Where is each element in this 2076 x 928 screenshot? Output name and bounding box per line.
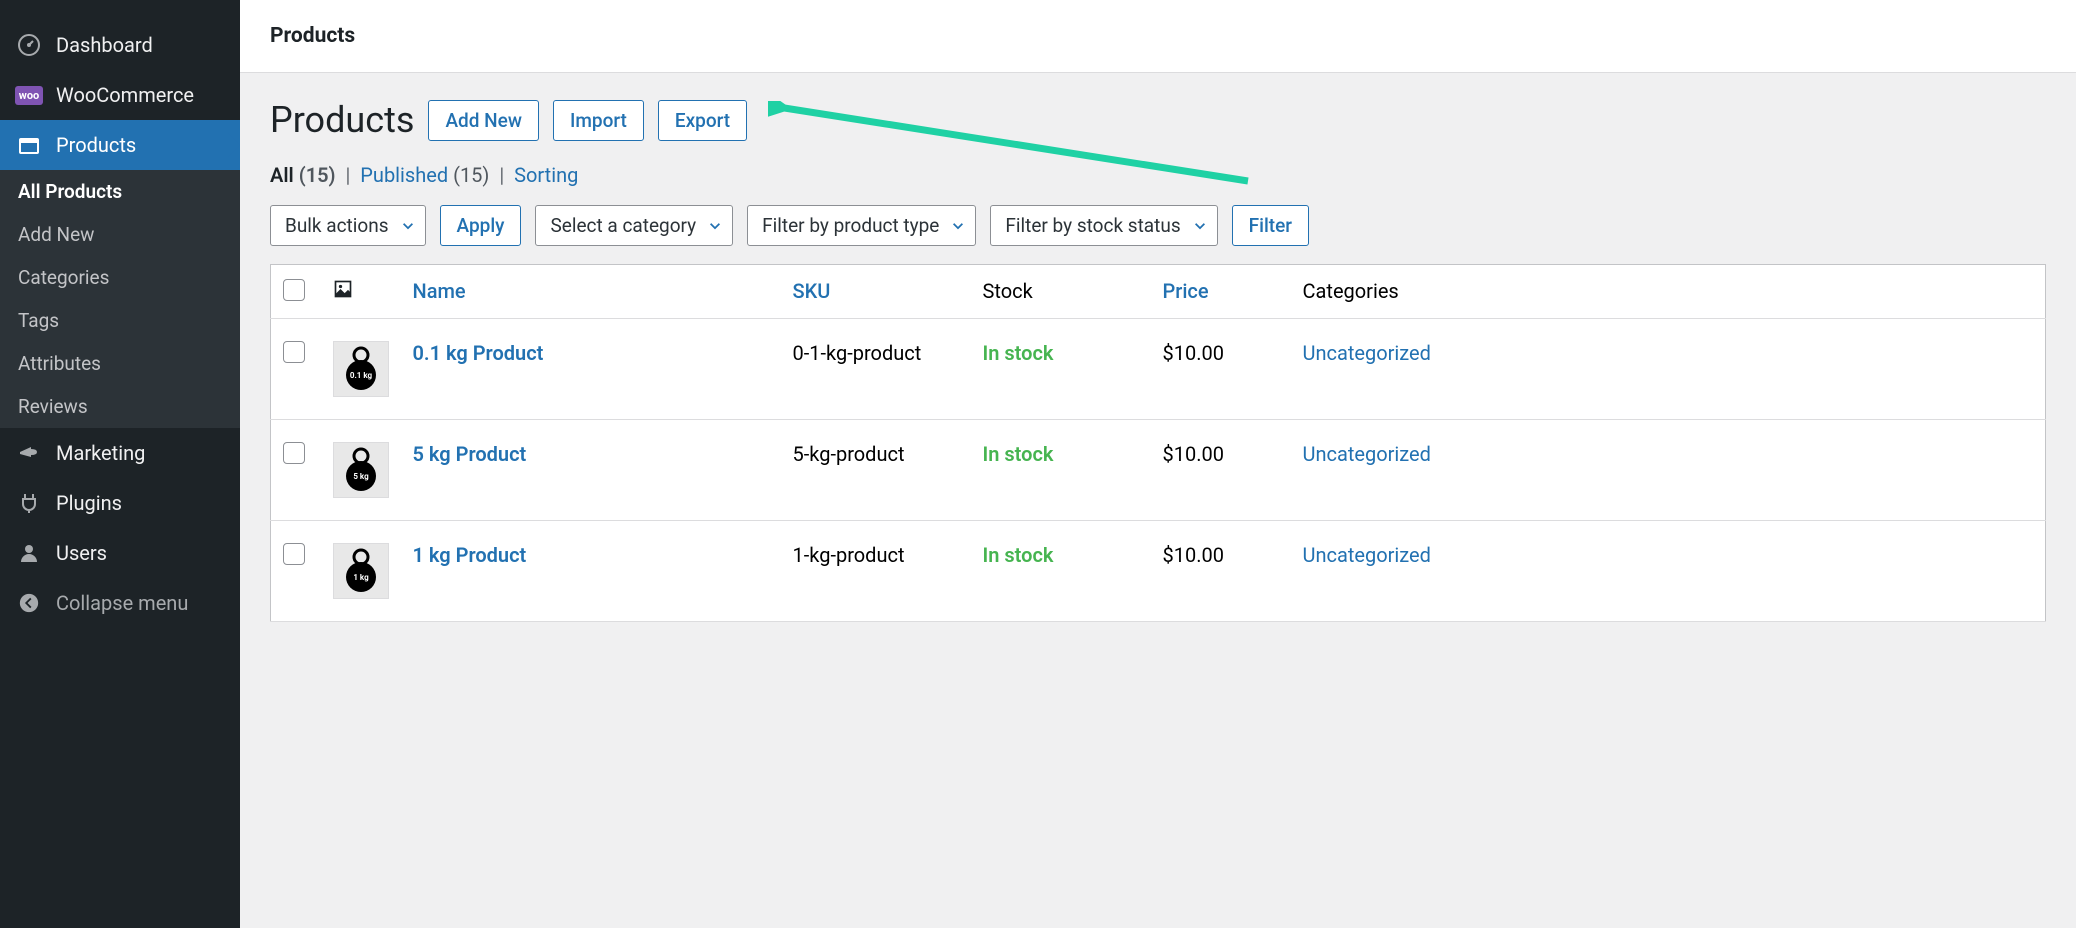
select-all-checkbox[interactable]: [283, 279, 305, 301]
chevron-down-icon: [1193, 214, 1207, 237]
import-button[interactable]: Import: [553, 100, 644, 141]
chevron-down-icon: [708, 214, 722, 237]
product-thumbnail[interactable]: 1 kg: [333, 543, 389, 599]
products-submenu: All Products Add New Categories Tags Att…: [0, 170, 240, 428]
column-sku[interactable]: SKU: [793, 279, 831, 303]
column-categories: Categories: [1291, 265, 2046, 319]
woo-icon: woo: [16, 82, 42, 108]
chevron-down-icon: [951, 214, 965, 237]
stock-status: In stock: [983, 341, 1054, 365]
product-sku: 1-kg-product: [781, 521, 971, 622]
column-stock: Stock: [971, 265, 1151, 319]
status-filter-links: All (15) | Published (15) | Sorting: [270, 163, 2046, 187]
product-sku: 5-kg-product: [781, 420, 971, 521]
svg-text:1 kg: 1 kg: [353, 573, 369, 582]
collapse-icon: [16, 590, 42, 616]
stock-status-select[interactable]: Filter by stock status: [990, 205, 1217, 246]
sidebar-item-label: Dashboard: [56, 33, 153, 57]
sidebar-item-label: Marketing: [56, 441, 145, 465]
svg-text:5 kg: 5 kg: [353, 472, 369, 481]
row-checkbox[interactable]: [283, 341, 305, 363]
filter-all-link[interactable]: All (15): [270, 163, 336, 187]
product-thumbnail[interactable]: 5 kg: [333, 442, 389, 498]
product-name-link[interactable]: 1 kg Product: [413, 543, 527, 567]
sidebar-item-label: Plugins: [56, 491, 122, 515]
svg-text:0.1 kg: 0.1 kg: [349, 371, 372, 380]
content-area: Products Add New Import Export All (15) …: [240, 73, 2076, 648]
category-select[interactable]: Select a category: [535, 205, 733, 246]
products-table: Name SKU Stock Price Categories 0.1 kg 0…: [270, 264, 2046, 622]
filters-row: Bulk actions Apply Select a category Fil…: [270, 205, 2046, 246]
stock-status: In stock: [983, 442, 1054, 466]
sidebar-item-label: Products: [56, 133, 136, 157]
product-category-link[interactable]: Uncategorized: [1303, 543, 1431, 567]
sidebar-item-dashboard[interactable]: Dashboard: [0, 20, 240, 70]
sidebar-item-plugins[interactable]: Plugins: [0, 478, 240, 528]
sidebar-item-label: WooCommerce: [56, 83, 194, 107]
table-row: 5 kg 5 kg Product 5-kg-product In stock …: [271, 420, 2046, 521]
plugins-icon: [16, 490, 42, 516]
add-new-button[interactable]: Add New: [428, 100, 539, 141]
product-price: $10.00: [1151, 420, 1291, 521]
table-row: 1 kg 1 kg Product 1-kg-product In stock …: [271, 521, 2046, 622]
filter-button[interactable]: Filter: [1232, 205, 1309, 246]
submenu-tags[interactable]: Tags: [0, 299, 240, 342]
stock-status: In stock: [983, 543, 1054, 567]
sidebar-item-woocommerce[interactable]: woo WooCommerce: [0, 70, 240, 120]
submenu-all-products[interactable]: All Products: [0, 170, 240, 213]
product-price: $10.00: [1151, 521, 1291, 622]
table-row: 0.1 kg 0.1 kg Product 0-1-kg-product In …: [271, 319, 2046, 420]
product-category-link[interactable]: Uncategorized: [1303, 442, 1431, 466]
sidebar-item-collapse[interactable]: Collapse menu: [0, 578, 240, 628]
product-category-link[interactable]: Uncategorized: [1303, 341, 1431, 365]
product-name-link[interactable]: 0.1 kg Product: [413, 341, 544, 365]
sidebar-item-products[interactable]: Products: [0, 120, 240, 170]
row-checkbox[interactable]: [283, 543, 305, 565]
apply-button[interactable]: Apply: [440, 205, 522, 246]
page-title: Products: [270, 99, 414, 141]
title-row: Products Add New Import Export: [270, 99, 2046, 141]
bulk-actions-select[interactable]: Bulk actions: [270, 205, 426, 246]
image-icon: [333, 280, 353, 304]
submenu-categories[interactable]: Categories: [0, 256, 240, 299]
column-name[interactable]: Name: [413, 279, 466, 303]
topbar-title: Products: [270, 24, 2046, 48]
submenu-add-new[interactable]: Add New: [0, 213, 240, 256]
chevron-down-icon: [401, 214, 415, 237]
product-thumbnail[interactable]: 0.1 kg: [333, 341, 389, 397]
sidebar-item-users[interactable]: Users: [0, 528, 240, 578]
marketing-icon: [16, 440, 42, 466]
product-name-link[interactable]: 5 kg Product: [413, 442, 527, 466]
users-icon: [16, 540, 42, 566]
product-price: $10.00: [1151, 319, 1291, 420]
column-price[interactable]: Price: [1163, 279, 1209, 303]
submenu-reviews[interactable]: Reviews: [0, 385, 240, 428]
admin-sidebar: Dashboard woo WooCommerce Products All P…: [0, 0, 240, 928]
row-checkbox[interactable]: [283, 442, 305, 464]
products-icon: [16, 132, 42, 158]
sidebar-item-label: Users: [56, 541, 107, 565]
export-button[interactable]: Export: [658, 100, 747, 141]
sidebar-item-label: Collapse menu: [56, 591, 188, 615]
filter-sorting-link[interactable]: Sorting: [514, 163, 578, 187]
table-header-row: Name SKU Stock Price Categories: [271, 265, 2046, 319]
topbar: Products: [240, 0, 2076, 73]
dashboard-icon: [16, 32, 42, 58]
main-content: Products Products Add New Import Export …: [240, 0, 2076, 928]
submenu-attributes[interactable]: Attributes: [0, 342, 240, 385]
sidebar-item-marketing[interactable]: Marketing: [0, 428, 240, 478]
product-sku: 0-1-kg-product: [781, 319, 971, 420]
product-type-select[interactable]: Filter by product type: [747, 205, 976, 246]
filter-published-link[interactable]: Published (15): [360, 163, 489, 187]
